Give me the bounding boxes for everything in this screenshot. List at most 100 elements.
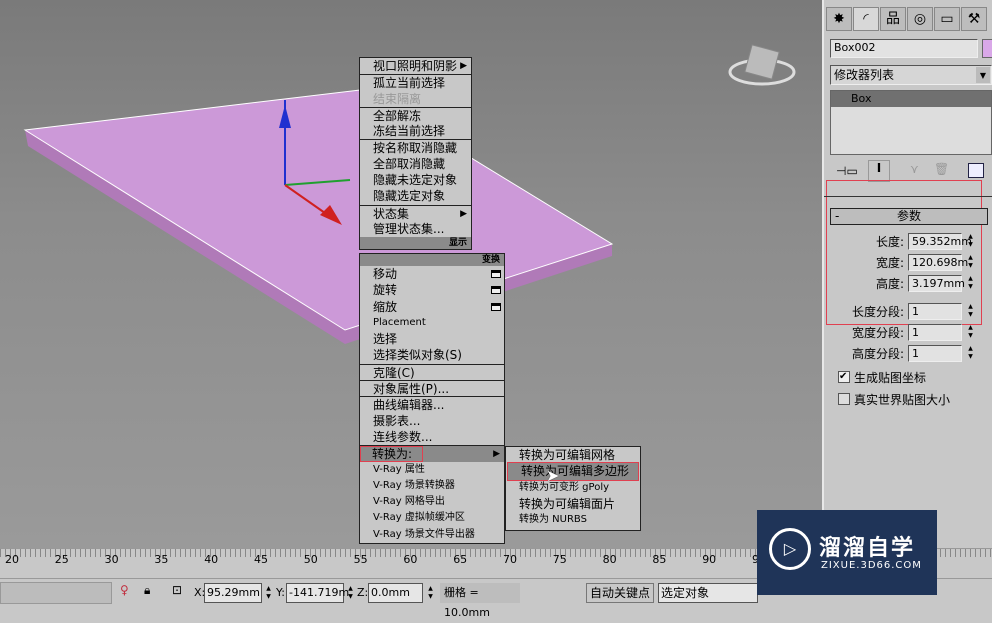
- menu-label: 视口照明和阴影: [373, 59, 458, 73]
- viewcube-icon[interactable]: [728, 44, 796, 86]
- submenu-arrow-icon: ▶: [493, 449, 500, 460]
- modify-tab-icon[interactable]: ◜: [853, 7, 879, 31]
- param-spinner[interactable]: ▲ ▼: [966, 275, 975, 291]
- x-spinner[interactable]: ▲ ▼: [264, 585, 273, 601]
- perspective-viewport[interactable]: 视口照明和阴影 ▶ 孤立当前选择 结束隔离 全部解冻 冻结当前选择 按名称取消隐藏…: [0, 0, 822, 548]
- menu-item-hide-selection[interactable]: 隐藏选定对象: [360, 188, 471, 204]
- menu-item-dope-sheet[interactable]: 摄影表...: [360, 413, 504, 429]
- x-coordinate-input[interactable]: 95.29mm: [204, 583, 262, 603]
- param-input[interactable]: 120.698m: [908, 254, 968, 271]
- command-panel: ✸ ◜ 品 ◎ ▭ ⚒ Box002 修改器列表 ▼ Box ⊣▭ I ⋎ 🗑 -…: [822, 0, 992, 548]
- stack-item-box[interactable]: Box: [831, 91, 991, 107]
- menu-item-object-properties[interactable]: 对象属性(P)...: [360, 380, 504, 396]
- gen-mapping-coords-checkbox[interactable]: ✔: [838, 371, 850, 383]
- isolation-toggle-icon[interactable]: ♀: [120, 583, 129, 597]
- pin-stack-icon[interactable]: ⊣▭: [836, 164, 858, 178]
- ruler-tick-label: 55: [353, 553, 368, 566]
- modifier-list-dropdown[interactable]: 修改器列表 ▼: [830, 65, 992, 85]
- menu-item-rotate[interactable]: 旋转: [360, 282, 504, 298]
- param-label: 高度:: [875, 277, 904, 291]
- configure-modifier-sets-icon[interactable]: [968, 163, 984, 178]
- ruler-tick-label: 20: [5, 553, 19, 566]
- prompt-area: [0, 582, 112, 604]
- z-spinner[interactable]: ▲ ▼: [426, 585, 435, 601]
- object-name-input[interactable]: Box002: [830, 39, 978, 58]
- menu-item-convert-gpoly[interactable]: 转换为可变形 gPoly: [506, 480, 640, 496]
- settings-box-icon[interactable]: [491, 286, 501, 295]
- param-label: 长度分段:: [851, 305, 904, 319]
- param-spinner[interactable]: ▲ ▼: [966, 345, 975, 361]
- motion-tab-icon[interactable]: ◎: [907, 7, 933, 31]
- menu-item-hide-unselected[interactable]: 隐藏未选定对象: [360, 172, 471, 188]
- menu-item-unhide-all[interactable]: 全部取消隐藏: [360, 156, 471, 172]
- settings-box-icon[interactable]: [491, 302, 501, 311]
- chevron-down-icon: ▼: [976, 67, 990, 83]
- menu-item-select-similar[interactable]: 选择类似对象(S): [360, 347, 504, 363]
- auto-key-button[interactable]: 自动关键点: [586, 583, 654, 603]
- ruler-tick-label: 90: [702, 553, 717, 566]
- object-color-swatch[interactable]: [982, 39, 992, 58]
- show-end-result-icon[interactable]: I: [868, 160, 890, 182]
- key-filter-dropdown[interactable]: 选定对象: [658, 583, 758, 603]
- display-tab-icon[interactable]: ▭: [934, 7, 960, 31]
- param-spinner[interactable]: ▲ ▼: [966, 254, 975, 270]
- param-label: 宽度分段:: [851, 326, 904, 340]
- menu-item-unfreeze-all[interactable]: 全部解冻: [360, 106, 471, 123]
- menu-item-select[interactable]: 选择: [360, 331, 504, 347]
- menu-item-state-sets[interactable]: 状态集 ▶: [360, 204, 471, 221]
- quad-menu-transform: 变换 移动 旋转 缩放 Placement 选择 选择类似对象(S) 克隆(C)…: [359, 253, 505, 545]
- menu-item-move[interactable]: 移动: [360, 266, 504, 282]
- menu-item-vray-properties[interactable]: V-Ray 属性: [360, 462, 504, 478]
- param-label: 高度分段:: [851, 347, 904, 361]
- menu-item-isolate[interactable]: 孤立当前选择: [360, 74, 471, 90]
- box-top-face: [23, 89, 614, 331]
- menu-item-placement[interactable]: Placement: [360, 315, 504, 331]
- menu-label: 状态集: [373, 206, 410, 221]
- param-label: 长度:: [875, 235, 904, 249]
- ruler-tick-label: 60: [403, 553, 418, 566]
- hierarchy-tab-icon[interactable]: 品: [880, 7, 906, 31]
- menu-item-clone[interactable]: 克隆(C): [360, 363, 504, 380]
- absolute-mode-icon[interactable]: ⊡: [172, 583, 182, 597]
- menu-item-convert-editable-mesh[interactable]: 转换为可编辑网格: [506, 447, 640, 463]
- menu-item-convert-nurbs[interactable]: 转换为 NURBS: [506, 512, 640, 528]
- menu-item-convert-editable-poly[interactable]: 转换为可编辑多边形: [507, 462, 639, 481]
- play-logo-icon: ▷: [769, 528, 811, 570]
- menu-item-vray-scene-exporter[interactable]: V-Ray 场景文件导出器: [360, 527, 504, 543]
- settings-box-icon[interactable]: [491, 270, 501, 278]
- menu-item-vray-vfb[interactable]: V-Ray 虚拟帧缓冲区: [360, 510, 504, 526]
- param-input[interactable]: 1: [908, 303, 962, 320]
- menu-item-freeze-selection[interactable]: 冻结当前选择: [360, 123, 471, 139]
- create-tab-icon[interactable]: ✸: [826, 7, 852, 31]
- quad-header-transform: 变换: [360, 254, 504, 266]
- menu-item-viewport-lighting[interactable]: 视口照明和阴影 ▶: [360, 58, 471, 74]
- y-spinner[interactable]: ▲ ▼: [346, 585, 355, 601]
- ruler-tick-label: 30: [104, 553, 119, 566]
- lock-icon[interactable]: 🔒︎: [144, 583, 150, 598]
- param-spinner[interactable]: ▲ ▼: [966, 303, 975, 319]
- menu-item-curve-editor[interactable]: 曲线编辑器...: [360, 396, 504, 412]
- menu-item-convert-editable-patch[interactable]: 转换为可编辑面片: [506, 496, 640, 512]
- y-coordinate-input[interactable]: -141.719m: [286, 583, 349, 603]
- rollout-parameters[interactable]: - 参数: [830, 208, 988, 225]
- param-input[interactable]: 1: [908, 324, 962, 341]
- menu-item-vray-scene-converter[interactable]: V-Ray 场景转换器: [360, 478, 504, 494]
- z-coordinate-input[interactable]: 0.0mm: [368, 583, 423, 603]
- menu-item-unhide-by-name[interactable]: 按名称取消隐藏: [360, 139, 471, 155]
- param-spinner[interactable]: ▲ ▼: [966, 324, 975, 340]
- watermark-url: ZIXUE.3D66.COM: [821, 560, 922, 571]
- menu-item-wire-parameters[interactable]: 连线参数...: [360, 429, 504, 445]
- menu-label: 转换为:: [359, 446, 424, 463]
- utilities-tab-icon[interactable]: ⚒: [961, 7, 987, 31]
- menu-item-convert-to[interactable]: 转换为: ▶: [359, 445, 504, 463]
- menu-item-scale[interactable]: 缩放: [360, 299, 504, 315]
- param-input[interactable]: 1: [908, 345, 962, 362]
- param-input[interactable]: 59.352mm: [908, 233, 972, 250]
- menu-label: 移动: [373, 267, 398, 281]
- collapse-icon: -: [835, 209, 840, 223]
- real-world-map-size-checkbox[interactable]: [838, 393, 850, 405]
- param-input[interactable]: 3.197mm: [908, 275, 965, 292]
- param-spinner[interactable]: ▲ ▼: [966, 233, 975, 249]
- menu-item-vray-mesh-export[interactable]: V-Ray 网格导出: [360, 494, 504, 510]
- menu-item-manage-state-sets[interactable]: 管理状态集...: [360, 221, 471, 237]
